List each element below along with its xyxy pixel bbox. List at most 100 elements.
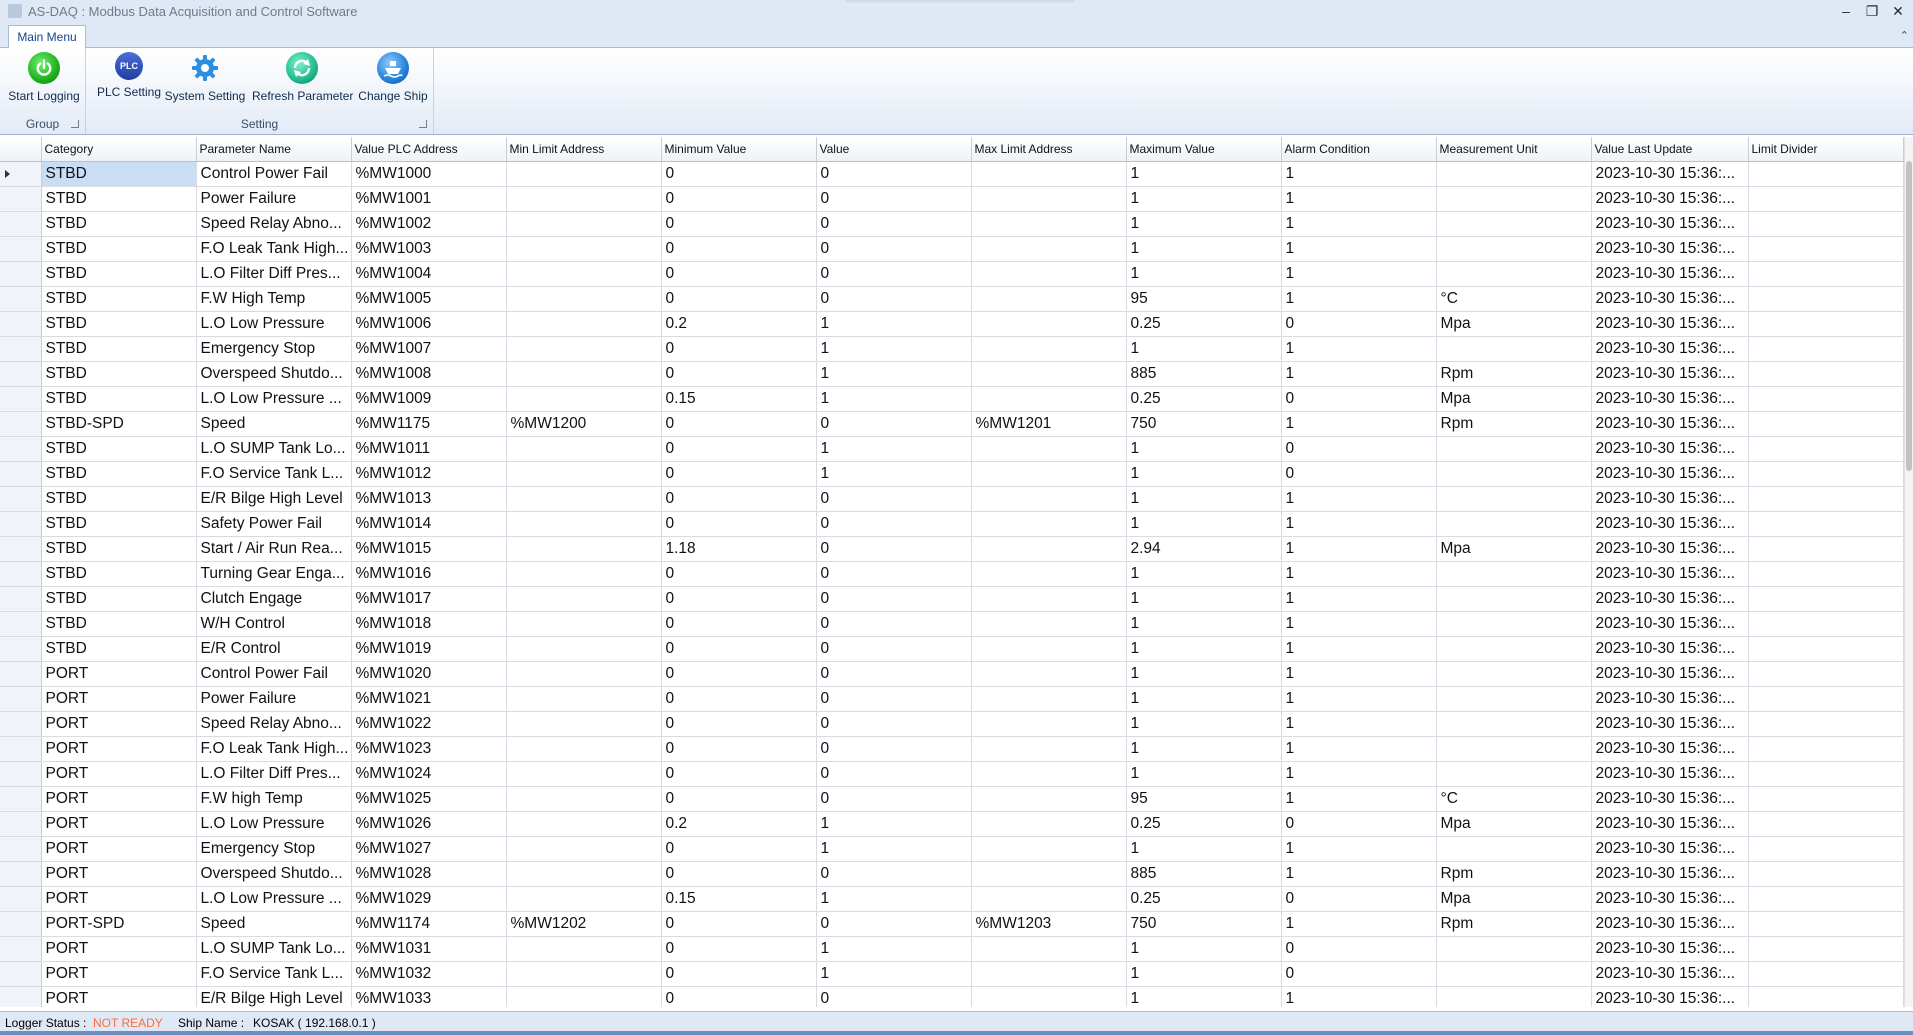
cell-alarm-condition[interactable]: 1 [1281,661,1437,687]
cell-min-limit-address[interactable] [506,936,662,962]
cell-parameter-name[interactable]: L.O Filter Diff Pres... [196,261,352,287]
cell-parameter-name[interactable]: F.W high Temp [196,786,352,812]
cell-value-plc-address[interactable]: %MW1014 [351,511,507,537]
cell-maximum-value[interactable]: 1 [1126,336,1282,362]
cell-max-limit-address[interactable] [971,236,1127,262]
cell-alarm-condition[interactable]: 1 [1281,611,1437,637]
table-row[interactable]: PORT L.O Low Pressure %MW1026 0.2 1 0.25 0 Mpa 2… [0,811,1908,837]
cell-parameter-name[interactable]: E/R Bilge High Level [196,486,352,512]
cell-min-limit-address[interactable] [506,736,662,762]
row-header[interactable] [0,636,42,662]
row-header[interactable] [0,736,42,762]
cell-measurement-unit[interactable] [1436,736,1592,762]
cell-alarm-condition[interactable]: 1 [1281,636,1437,662]
cell-value-plc-address[interactable]: %MW1024 [351,761,507,787]
cell-measurement-unit[interactable] [1436,561,1592,587]
cell-minimum-value[interactable]: 0 [661,636,817,662]
cell-value[interactable]: 0 [816,736,972,762]
cell-alarm-condition[interactable]: 1 [1281,261,1437,287]
cell-parameter-name[interactable]: E/R Control [196,636,352,662]
cell-alarm-condition[interactable]: 0 [1281,461,1437,487]
cell-minimum-value[interactable]: 0 [661,261,817,287]
cell-max-limit-address[interactable] [971,386,1127,412]
table-row[interactable]: PORT Control Power Fail %MW1020 0 0 1 1 2023-10… [0,661,1908,687]
cell-measurement-unit[interactable]: Rpm [1436,411,1592,437]
cell-category[interactable]: PORT [41,886,197,912]
cell-minimum-value[interactable]: 0 [661,511,817,537]
cell-limit-divider[interactable] [1748,286,1904,312]
cell-min-limit-address[interactable] [506,661,662,687]
cell-parameter-name[interactable]: W/H Control [196,611,352,637]
cell-value[interactable]: 1 [816,836,972,862]
cell-minimum-value[interactable]: 0 [661,436,817,462]
cell-parameter-name[interactable]: Speed Relay Abno... [196,711,352,737]
cell-limit-divider[interactable] [1748,886,1904,912]
cell-alarm-condition[interactable]: 1 [1281,586,1437,612]
cell-max-limit-address[interactable] [971,886,1127,912]
cell-limit-divider[interactable] [1748,736,1904,762]
cell-min-limit-address[interactable] [506,711,662,737]
cell-category[interactable]: PORT [41,761,197,787]
cell-limit-divider[interactable] [1748,386,1904,412]
cell-value-plc-address[interactable]: %MW1018 [351,611,507,637]
cell-value-last-update[interactable]: 2023-10-30 15:36:... [1591,286,1749,312]
cell-value[interactable]: 0 [816,286,972,312]
cell-min-limit-address[interactable] [506,361,662,387]
cell-max-limit-address[interactable] [971,336,1127,362]
cell-value-last-update[interactable]: 2023-10-30 15:36:... [1591,161,1749,187]
table-row[interactable]: PORT F.W high Temp %MW1025 0 0 95 1 °C 2023-10-3… [0,786,1908,812]
cell-limit-divider[interactable] [1748,961,1904,987]
cell-value[interactable]: 0 [816,686,972,712]
column-header-minimum-value[interactable]: Minimum Value [661,137,817,162]
refresh-parameter-button[interactable]: Refresh Parameter [252,52,353,103]
cell-category[interactable]: PORT [41,686,197,712]
cell-value[interactable]: 0 [816,761,972,787]
cell-value[interactable]: 0 [816,511,972,537]
cell-minimum-value[interactable]: 0.15 [661,386,817,412]
cell-minimum-value[interactable]: 0 [661,161,817,187]
cell-max-limit-address[interactable] [971,961,1127,987]
cell-min-limit-address[interactable] [506,211,662,237]
cell-alarm-condition[interactable]: 1 [1281,711,1437,737]
cell-limit-divider[interactable] [1748,261,1904,287]
cell-max-limit-address[interactable] [971,436,1127,462]
cell-maximum-value[interactable]: 1 [1126,836,1282,862]
cell-parameter-name[interactable]: Emergency Stop [196,836,352,862]
cell-value-last-update[interactable]: 2023-10-30 15:36:... [1591,586,1749,612]
cell-category[interactable]: STBD [41,561,197,587]
cell-value-last-update[interactable]: 2023-10-30 15:36:... [1591,611,1749,637]
cell-parameter-name[interactable]: Control Power Fail [196,661,352,687]
cell-value[interactable]: 0 [816,561,972,587]
row-header[interactable] [0,511,42,537]
cell-limit-divider[interactable] [1748,536,1904,562]
minimize-button[interactable]: – [1835,2,1857,20]
cell-value-plc-address[interactable]: %MW1002 [351,211,507,237]
cell-measurement-unit[interactable] [1436,261,1592,287]
cell-maximum-value[interactable]: 1 [1126,436,1282,462]
cell-value-last-update[interactable]: 2023-10-30 15:36:... [1591,661,1749,687]
cell-parameter-name[interactable]: F.O Leak Tank High... [196,736,352,762]
table-row[interactable]: PORT F.O Leak Tank High... %MW1023 0 0 1 1 2023… [0,736,1908,762]
cell-value-last-update[interactable]: 2023-10-30 15:36:... [1591,761,1749,787]
cell-min-limit-address[interactable] [506,861,662,887]
cell-max-limit-address[interactable] [971,711,1127,737]
cell-value-last-update[interactable]: 2023-10-30 15:36:... [1591,911,1749,937]
cell-category[interactable]: PORT [41,661,197,687]
cell-minimum-value[interactable]: 0 [661,661,817,687]
cell-parameter-name[interactable]: L.O SUMP Tank Lo... [196,936,352,962]
cell-value-last-update[interactable]: 2023-10-30 15:36:... [1591,786,1749,812]
cell-value[interactable]: 0 [816,661,972,687]
column-header-min-limit-address[interactable]: Min Limit Address [506,137,662,162]
row-header[interactable] [0,886,42,912]
cell-parameter-name[interactable]: Clutch Engage [196,586,352,612]
cell-value-plc-address[interactable]: %MW1175 [351,411,507,437]
row-header[interactable] [0,186,42,212]
row-header[interactable] [0,361,42,387]
cell-measurement-unit[interactable] [1436,461,1592,487]
table-row[interactable]: STBD Turning Gear Enga... %MW1016 0 0 1 1 2023-… [0,561,1908,587]
cell-value[interactable]: 0 [816,786,972,812]
cell-maximum-value[interactable]: 0.25 [1126,811,1282,837]
cell-min-limit-address[interactable] [506,236,662,262]
column-header-value-last-update[interactable]: Value Last Update [1591,137,1749,162]
cell-alarm-condition[interactable]: 0 [1281,386,1437,412]
